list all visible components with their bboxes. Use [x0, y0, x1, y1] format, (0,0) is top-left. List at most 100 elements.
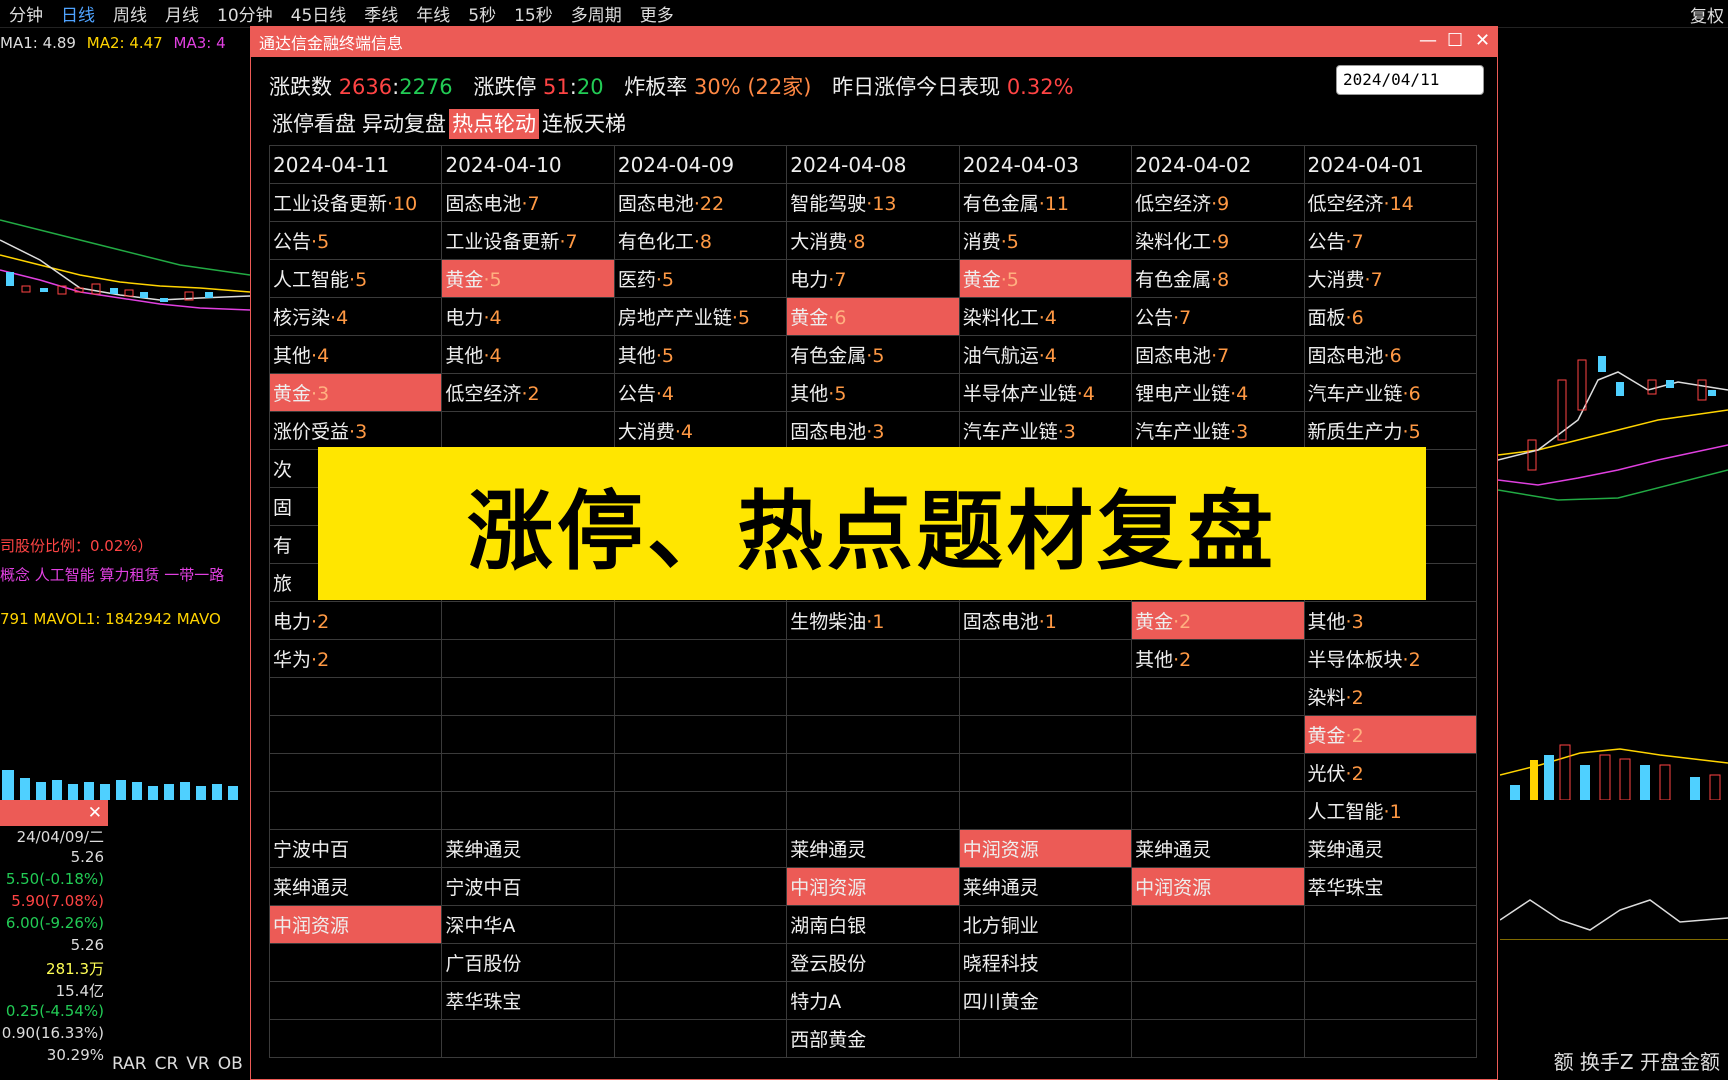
- tab-2[interactable]: 热点轮动: [449, 109, 539, 139]
- indicator-tab[interactable]: CR: [151, 1054, 183, 1074]
- date-input[interactable]: 2024/04/11: [1336, 65, 1484, 95]
- theme-cell[interactable]: 涨价受益·3: [268, 411, 443, 450]
- theme-cell[interactable]: 低空经济·14: [1303, 183, 1478, 222]
- tab-3[interactable]: 连板天梯: [539, 109, 629, 139]
- theme-cell[interactable]: 汽车产业链·3: [958, 411, 1133, 450]
- theme-cell[interactable]: 黄金·5: [958, 259, 1133, 298]
- stock-cell[interactable]: 莱绅通灵: [268, 867, 443, 906]
- theme-cell[interactable]: 黄金·5: [441, 259, 615, 298]
- stock-cell[interactable]: 湖南白银: [786, 905, 960, 944]
- period-tab[interactable]: 季线: [355, 1, 407, 26]
- stock-cell[interactable]: 宁波中百: [268, 829, 443, 868]
- stock-cell[interactable]: 萃华珠宝: [441, 981, 615, 1020]
- period-tab[interactable]: 周线: [104, 1, 156, 26]
- kline-chart-left[interactable]: [0, 60, 250, 580]
- theme-cell[interactable]: 黄金·3: [268, 373, 443, 412]
- stock-cell[interactable]: 中润资源: [958, 829, 1133, 868]
- stock-cell[interactable]: 深中华A: [441, 905, 615, 944]
- period-tab[interactable]: 45日线: [282, 1, 356, 26]
- close-icon[interactable]: ✕: [88, 803, 102, 823]
- stock-cell[interactable]: 中润资源: [268, 905, 443, 944]
- theme-cell[interactable]: 半导体产业链·4: [958, 373, 1133, 412]
- theme-cell[interactable]: 光伏·2: [1303, 753, 1478, 792]
- theme-cell[interactable]: 汽车产业链·6: [1303, 373, 1478, 412]
- period-tab[interactable]: 年线: [407, 1, 459, 26]
- stock-cell[interactable]: 莱绅通灵: [441, 829, 615, 868]
- stock-cell[interactable]: 四川黄金: [958, 981, 1133, 1020]
- tab-0[interactable]: 涨停看盘: [269, 109, 359, 139]
- maximize-icon[interactable]: ☐: [1447, 30, 1463, 51]
- close-icon[interactable]: ✕: [1475, 30, 1490, 51]
- theme-cell[interactable]: 染料化工·4: [958, 297, 1133, 336]
- theme-cell[interactable]: 其他·5: [786, 373, 960, 412]
- theme-cell[interactable]: 电力·4: [441, 297, 615, 336]
- theme-cell[interactable]: 新质生产力·5: [1303, 411, 1478, 450]
- theme-cell[interactable]: 大消费·8: [786, 221, 960, 260]
- indicator-tab[interactable]: RAR: [108, 1054, 151, 1074]
- theme-cell[interactable]: 其他·2: [1131, 639, 1305, 678]
- theme-cell[interactable]: 固态电池·7: [1131, 335, 1305, 374]
- period-tab[interactable]: 更多: [631, 1, 683, 26]
- theme-cell[interactable]: 公告·7: [1303, 221, 1478, 260]
- theme-cell[interactable]: 房地产产业链·5: [613, 297, 788, 336]
- stock-cell[interactable]: 萃华珠宝: [1303, 867, 1478, 906]
- theme-cell[interactable]: 锂电产业链·4: [1131, 373, 1305, 412]
- theme-cell[interactable]: 固态电池·6: [1303, 335, 1478, 374]
- stock-cell[interactable]: 北方铜业: [958, 905, 1133, 944]
- theme-cell[interactable]: 大消费·4: [613, 411, 788, 450]
- stock-cell[interactable]: 莱绅通灵: [786, 829, 960, 868]
- theme-cell[interactable]: 面板·6: [1303, 297, 1478, 336]
- stock-cell[interactable]: 特力A: [786, 981, 960, 1020]
- stock-cell[interactable]: 莱绅通灵: [1303, 829, 1478, 868]
- theme-cell[interactable]: 有色化工·8: [613, 221, 788, 260]
- theme-cell[interactable]: 固态电池·22: [613, 183, 788, 222]
- theme-cell[interactable]: 低空经济·2: [441, 373, 615, 412]
- theme-cell[interactable]: 半导体板块·2: [1303, 639, 1478, 678]
- theme-cell[interactable]: 固态电池·3: [786, 411, 960, 450]
- theme-cell[interactable]: 低空经济·9: [1131, 183, 1305, 222]
- period-tab[interactable]: 月线: [156, 1, 208, 26]
- stock-cell[interactable]: 中润资源: [786, 867, 960, 906]
- theme-cell[interactable]: 固态电池·1: [958, 601, 1133, 640]
- stock-cell[interactable]: 莱绅通灵: [1131, 829, 1305, 868]
- theme-cell[interactable]: 工业设备更新·10: [268, 183, 443, 222]
- indicator-tab[interactable]: OB: [214, 1054, 247, 1074]
- theme-cell[interactable]: 公告·4: [613, 373, 788, 412]
- stock-cell[interactable]: 宁波中百: [441, 867, 615, 906]
- period-tab[interactable]: 日线: [52, 1, 104, 26]
- theme-cell[interactable]: 医药·5: [613, 259, 788, 298]
- dialog-titlebar[interactable]: 通达信金融终端信息 — ☐ ✕: [251, 27, 1497, 57]
- theme-cell[interactable]: 其他·4: [268, 335, 443, 374]
- minimize-icon[interactable]: —: [1419, 30, 1437, 51]
- theme-cell[interactable]: 黄金·2: [1131, 601, 1305, 640]
- theme-cell[interactable]: 有色金属·8: [1131, 259, 1305, 298]
- theme-cell[interactable]: 其他·4: [441, 335, 615, 374]
- tab-1[interactable]: 异动复盘: [359, 109, 449, 139]
- theme-cell[interactable]: 人工智能·5: [268, 259, 443, 298]
- theme-cell[interactable]: 华为·2: [268, 639, 443, 678]
- stock-cell[interactable]: 中润资源: [1131, 867, 1305, 906]
- theme-cell[interactable]: 公告·5: [268, 221, 443, 260]
- theme-cell[interactable]: 有色金属·11: [958, 183, 1133, 222]
- theme-cell[interactable]: 有色金属·5: [786, 335, 960, 374]
- theme-cell[interactable]: 消费·5: [958, 221, 1133, 260]
- stock-cell[interactable]: 晓程科技: [958, 943, 1133, 982]
- theme-cell[interactable]: 油气航运·4: [958, 335, 1133, 374]
- theme-cell[interactable]: 人工智能·1: [1303, 791, 1478, 830]
- theme-cell[interactable]: 染料·2: [1303, 677, 1478, 716]
- theme-cell[interactable]: 固态电池·7: [441, 183, 615, 222]
- theme-cell[interactable]: 智能驾驶·13: [786, 183, 960, 222]
- period-tab[interactable]: 5秒: [459, 1, 505, 26]
- theme-cell[interactable]: 生物柴油·1: [786, 601, 960, 640]
- theme-cell[interactable]: 其他·5: [613, 335, 788, 374]
- bottom-right-labels[interactable]: 额 换手Z 开盘金额: [1554, 1046, 1720, 1075]
- theme-cell[interactable]: 工业设备更新·7: [441, 221, 615, 260]
- theme-cell[interactable]: 电力·7: [786, 259, 960, 298]
- theme-cell[interactable]: 电力·2: [268, 601, 443, 640]
- stock-cell[interactable]: 登云股份: [786, 943, 960, 982]
- stock-cell[interactable]: 西部黄金: [786, 1019, 960, 1058]
- stock-cell[interactable]: 广百股份: [441, 943, 615, 982]
- theme-cell[interactable]: 公告·7: [1131, 297, 1305, 336]
- theme-cell[interactable]: 大消费·7: [1303, 259, 1478, 298]
- indicator-tab[interactable]: VR: [182, 1054, 213, 1074]
